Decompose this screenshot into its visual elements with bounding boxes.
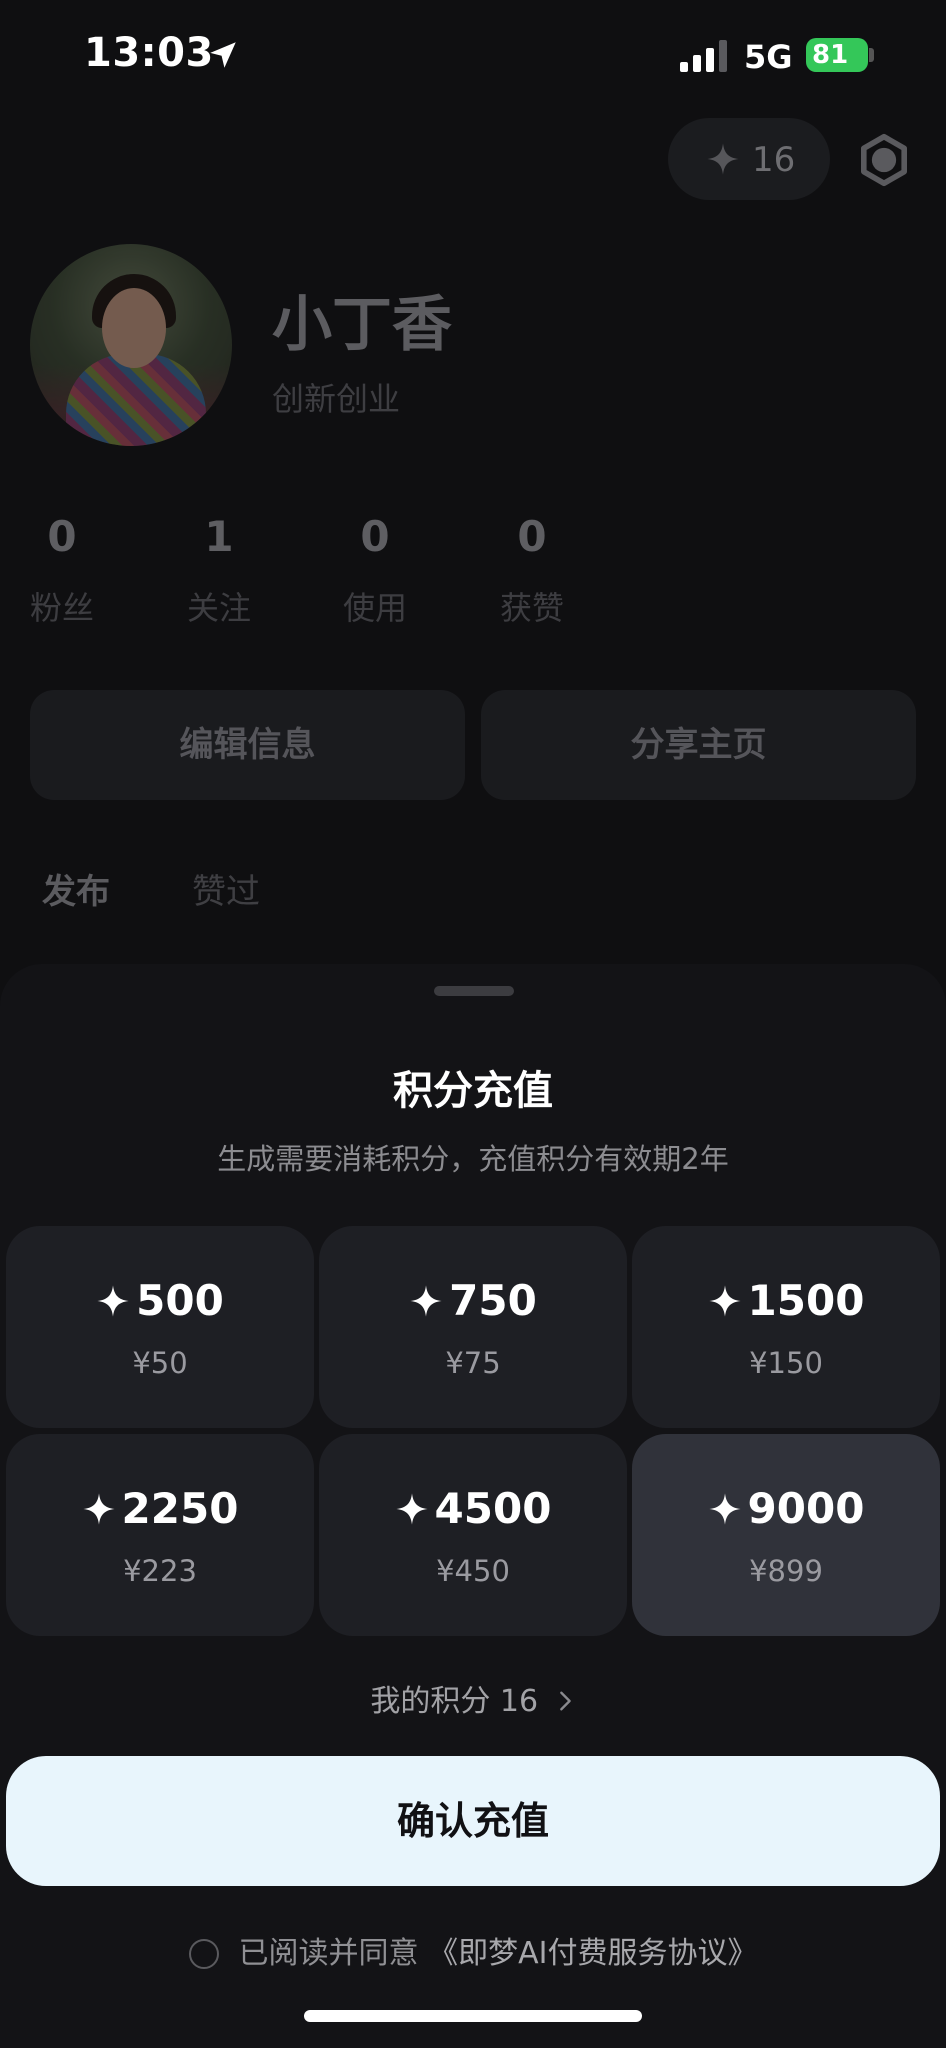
confirm-recharge-button[interactable]: 确认充值 — [6, 1756, 940, 1886]
share-profile-button[interactable]: 分享主页 — [481, 690, 916, 800]
points-badge-value: 16 — [752, 140, 796, 180]
stat-followers[interactable]: 0 粉丝 — [12, 512, 112, 629]
my-points-link[interactable]: 我的积分 16 — [0, 1676, 946, 1720]
stat-label: 获赞 — [499, 589, 564, 627]
screen: 13:03 5G 81 16 小丁香 创新创业 0 粉丝 1 关注 0 使用 0… — [0, 0, 946, 2048]
package-option[interactable]: 1500 ¥150 — [632, 1226, 940, 1428]
package-option[interactable]: 500 ¥50 — [6, 1226, 314, 1428]
stat-value: 0 — [360, 512, 390, 561]
tab-liked[interactable]: 赞过 — [192, 864, 260, 913]
avatar-face — [102, 288, 166, 368]
stat-likes[interactable]: 0 获赞 — [482, 512, 582, 629]
package-option[interactable]: 4500 ¥450 — [319, 1434, 627, 1636]
package-price: ¥50 — [132, 1346, 188, 1380]
avatar[interactable] — [30, 244, 232, 446]
package-price: ¥899 — [749, 1554, 823, 1588]
sparkle-icon — [97, 1285, 129, 1317]
agreement-checkbox[interactable] — [188, 1939, 219, 1969]
tab-publish[interactable]: 发布 — [42, 864, 110, 913]
package-option[interactable]: 2250 ¥223 — [6, 1434, 314, 1636]
stat-label: 使用 — [342, 589, 407, 627]
my-points-label: 我的积分 16 — [370, 1684, 539, 1719]
home-indicator[interactable] — [304, 2010, 642, 2022]
points-badge[interactable]: 16 — [668, 118, 830, 200]
chevron-right-icon — [559, 1691, 571, 1711]
package-points: 2250 — [121, 1484, 239, 1533]
package-points-row: 500 — [6, 1276, 314, 1325]
package-points-row: 1500 — [632, 1276, 940, 1325]
package-price: ¥450 — [436, 1554, 510, 1588]
edit-profile-button[interactable]: 编辑信息 — [30, 690, 465, 800]
package-points-row: 9000 — [632, 1484, 940, 1533]
sparkle-icon — [707, 143, 739, 175]
agreement-row: 已阅读并同意 《即梦AI付费服务协议》 — [0, 1928, 946, 1972]
package-price: ¥223 — [123, 1554, 197, 1588]
sheet-grabber[interactable] — [434, 986, 514, 996]
stat-label: 关注 — [186, 589, 251, 627]
package-points-row: 750 — [319, 1276, 627, 1325]
stat-value: 0 — [47, 512, 77, 561]
package-points: 1500 — [747, 1276, 865, 1325]
package-points: 9000 — [747, 1484, 865, 1533]
package-points: 750 — [449, 1276, 537, 1325]
sheet-subtitle: 生成需要消耗积分，充值积分有效期2年 — [217, 1142, 729, 1176]
profile-bio: 创新创业 — [272, 380, 401, 418]
stat-label: 粉丝 — [29, 589, 94, 627]
package-points-row: 4500 — [319, 1484, 627, 1533]
sparkle-icon — [410, 1285, 442, 1317]
recharge-sheet: 积分充值 生成需要消耗积分，充值积分有效期2年 500 ¥50 750 ¥75 … — [0, 964, 946, 2048]
profile-name: 小丁香 — [272, 290, 452, 360]
package-points: 500 — [136, 1276, 224, 1325]
package-option[interactable]: 750 ¥75 — [319, 1226, 627, 1428]
package-points: 4500 — [434, 1484, 552, 1533]
agreement-link[interactable]: 《即梦AI付费服务协议》 — [428, 1936, 757, 1971]
stat-uses[interactable]: 0 使用 — [325, 512, 425, 629]
agreement-text: 已阅读并同意 — [238, 1936, 419, 1971]
package-points-row: 2250 — [6, 1484, 314, 1533]
settings-gear-icon[interactable] — [856, 132, 912, 188]
package-price: ¥75 — [445, 1346, 501, 1380]
profile-page: 16 小丁香 创新创业 0 粉丝 1 关注 0 使用 0 获赞 编辑信息 分享主… — [0, 0, 946, 1000]
stat-value: 0 — [517, 512, 547, 561]
sparkle-icon — [82, 1493, 115, 1525]
sparkle-icon — [395, 1493, 428, 1525]
sparkle-icon — [708, 1493, 741, 1525]
package-option-selected[interactable]: 9000 ¥899 — [632, 1434, 940, 1636]
sheet-title: 积分充值 — [393, 1068, 553, 1114]
sparkle-icon — [708, 1285, 741, 1317]
stat-value: 1 — [204, 512, 234, 561]
stat-following[interactable]: 1 关注 — [169, 512, 269, 629]
package-price: ¥150 — [749, 1346, 823, 1380]
